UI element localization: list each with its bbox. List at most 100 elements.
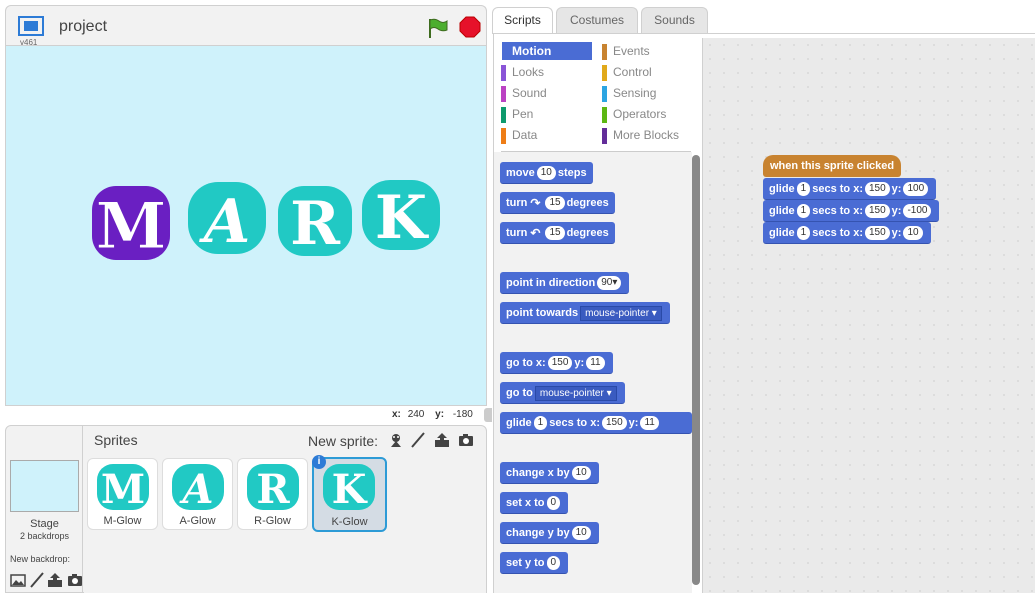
green-flag-icon[interactable] <box>426 17 448 39</box>
block-set-x[interactable]: set x to 0 <box>500 492 569 514</box>
y-input[interactable]: 11 <box>640 416 659 431</box>
direction-input[interactable]: 90▾ <box>597 276 622 291</box>
sprite-tile-r-glow[interactable]: R R-Glow <box>237 458 308 530</box>
target-dropdown[interactable]: mouse-pointer ▾ <box>534 385 617 401</box>
sprite-library-icon[interactable] <box>388 432 404 448</box>
block-text: glide <box>506 417 532 429</box>
sprites-list: M M-Glow A A-Glow R R-Glow i K K-Glow <box>84 454 486 593</box>
y-input[interactable]: 10 <box>903 226 923 241</box>
x-input[interactable]: 150 <box>601 416 627 431</box>
number-input[interactable]: 15 <box>545 196 565 211</box>
sprite-a-on-stage[interactable]: A <box>182 174 272 264</box>
number-input[interactable]: 10 <box>571 526 591 541</box>
new-sprite-label: New sprite: <box>308 433 379 449</box>
x-input[interactable]: 150 <box>864 226 890 241</box>
block-turn-counterclockwise[interactable]: turn ↶ 15 degrees <box>500 222 615 244</box>
camera-icon[interactable] <box>67 572 83 588</box>
new-sprite-tools <box>386 430 481 450</box>
category-label: Control <box>613 65 652 79</box>
script-area[interactable]: when this sprite clicked glide 1 secs to x… <box>702 38 1035 593</box>
block-point-towards[interactable]: point towards mouse-pointer ▾ <box>500 302 670 324</box>
stage-column: Stage 2 backdrops New backdrop: <box>6 426 83 593</box>
palette-scrollbar[interactable] <box>692 155 700 585</box>
sprite-tile-a-glow[interactable]: A A-Glow <box>162 458 233 530</box>
paint-brush-icon[interactable] <box>410 432 426 448</box>
thumb-letter: A <box>178 466 213 513</box>
collapse-stage-handle[interactable] <box>484 408 492 422</box>
project-title[interactable]: project <box>59 18 107 36</box>
block-text: secs to x: <box>812 205 863 217</box>
sprite-letter: A <box>199 187 251 257</box>
block-text: y: <box>891 227 902 239</box>
sprite-r-on-stage[interactable]: R <box>270 176 360 266</box>
y-input[interactable]: -100 <box>903 204 932 219</box>
block-change-y[interactable]: change y by 10 <box>500 522 599 544</box>
category-sensing[interactable]: Sensing <box>602 84 656 102</box>
category-operators[interactable]: Operators <box>602 105 666 123</box>
sprite-k-on-stage[interactable]: K <box>356 172 446 262</box>
block-text: steps <box>557 167 587 179</box>
x-input[interactable]: 150 <box>864 204 890 219</box>
script-block-glide[interactable]: glide 1 secs to x: 150 y: 100 <box>763 178 937 200</box>
category-label: More Blocks <box>613 128 680 142</box>
category-pen[interactable]: Pen <box>501 105 533 123</box>
number-input[interactable]: 10 <box>571 466 591 481</box>
fullscreen-icon[interactable] <box>18 16 44 36</box>
category-looks[interactable]: Looks <box>501 63 544 81</box>
block-move-steps[interactable]: move 10 steps <box>500 162 593 184</box>
block-text: point in direction <box>506 277 596 289</box>
camera-icon[interactable] <box>458 432 474 448</box>
secs-input[interactable]: 1 <box>796 226 811 241</box>
sprite-tile-m-glow[interactable]: M M-Glow <box>87 458 158 530</box>
secs-input[interactable]: 1 <box>796 204 811 219</box>
block-set-y[interactable]: set y to 0 <box>500 552 569 574</box>
paint-brush-icon[interactable] <box>29 572 45 588</box>
number-input[interactable]: 10 <box>536 166 556 181</box>
palette-blocks: move 10 steps turn ↷ 15 degrees turn ↶ 15 degree… <box>494 152 692 593</box>
y-input[interactable]: 100 <box>903 182 929 197</box>
stage-canvas[interactable]: M A R K <box>5 45 487 406</box>
block-text: go to <box>506 387 533 399</box>
block-glide[interactable]: glide 1 secs to x: 150 y: 11 <box>500 412 692 434</box>
sprite-thumbnail: A <box>172 464 224 513</box>
number-input[interactable]: 0 <box>546 496 561 511</box>
script-block-glide[interactable]: glide 1 secs to x: 150 y: 10 <box>763 222 931 244</box>
block-go-to-xy[interactable]: go to x: 150 y: 11 <box>500 352 613 374</box>
number-input[interactable]: 0 <box>546 556 561 571</box>
category-control[interactable]: Control <box>602 63 652 81</box>
category-more-blocks[interactable]: More Blocks <box>602 126 679 144</box>
secs-input[interactable]: 1 <box>533 416 548 431</box>
sprite-tile-k-glow[interactable]: i K K-Glow <box>312 455 387 532</box>
secs-input[interactable]: 1 <box>796 182 811 197</box>
target-dropdown[interactable]: mouse-pointer ▾ <box>580 305 662 321</box>
upload-icon[interactable] <box>47 572 63 588</box>
category-data[interactable]: Data <box>501 126 537 144</box>
block-turn-clockwise[interactable]: turn ↷ 15 degrees <box>500 192 615 214</box>
block-text: y: <box>574 357 585 369</box>
x-input[interactable]: 150 <box>547 356 573 371</box>
hat-block-when-sprite-clicked[interactable]: when this sprite clicked <box>763 155 902 177</box>
stop-icon[interactable] <box>459 16 481 38</box>
sprite-name: R-Glow <box>254 515 291 527</box>
block-point-in-direction[interactable]: point in direction 90▾ <box>500 272 630 294</box>
block-text: change x by <box>506 467 570 479</box>
stage-thumbnail[interactable] <box>10 460 79 512</box>
block-change-x[interactable]: change x by 10 <box>500 462 599 484</box>
category-sound[interactable]: Sound <box>501 84 547 102</box>
sprites-title: Sprites <box>94 432 138 448</box>
upload-icon[interactable] <box>434 432 450 448</box>
category-motion[interactable]: Motion <box>502 42 592 60</box>
image-library-icon[interactable] <box>10 572 26 588</box>
sprite-m-on-stage[interactable]: M <box>86 178 176 268</box>
tab-scripts[interactable]: Scripts <box>492 7 553 34</box>
block-go-to[interactable]: go to mouse-pointer ▾ <box>500 382 625 404</box>
x-input[interactable]: 150 <box>864 182 890 197</box>
tab-costumes[interactable]: Costumes <box>556 7 638 33</box>
category-events[interactable]: Events <box>602 42 650 60</box>
thumb-letter: K <box>332 466 368 513</box>
tab-sounds[interactable]: Sounds <box>641 7 708 33</box>
y-input[interactable]: 11 <box>586 356 605 371</box>
number-input[interactable]: 15 <box>545 226 565 241</box>
script-block-glide[interactable]: glide 1 secs to x: 150 y: -100 <box>763 200 940 222</box>
backdrops-count: 2 backdrops <box>19 531 70 541</box>
